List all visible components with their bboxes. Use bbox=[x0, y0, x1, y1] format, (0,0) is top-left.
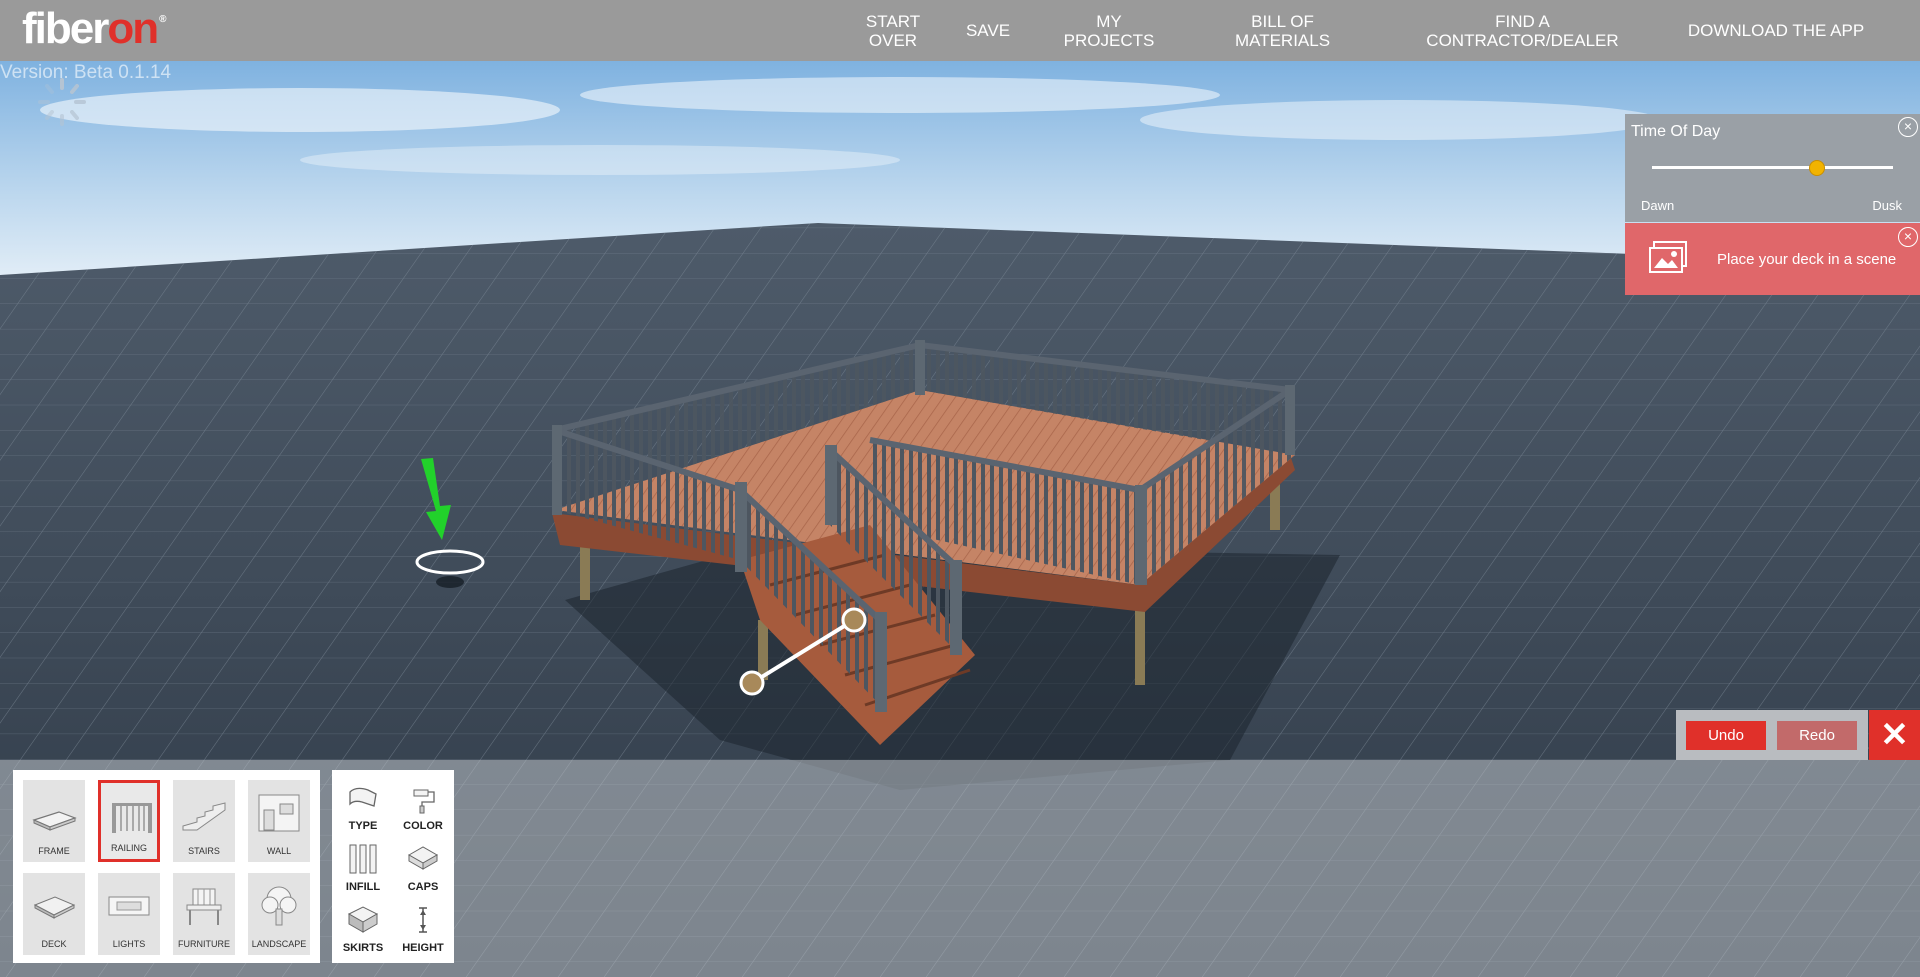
railing-option-infill[interactable]: INFILL bbox=[334, 839, 392, 899]
skirts-label: SKIRTS bbox=[342, 942, 384, 954]
nav-my-projects[interactable]: MY PROJECTS bbox=[1048, 0, 1170, 61]
category-stairs[interactable]: STAIRS bbox=[173, 780, 235, 862]
type-label: TYPE bbox=[348, 820, 378, 832]
category-stairs-label: STAIRS bbox=[188, 846, 220, 856]
nav-find-contractor-dealer[interactable]: FIND A CONTRACTOR/DEALER bbox=[1410, 0, 1635, 61]
railing-option-color[interactable]: COLOR bbox=[394, 778, 452, 838]
nav-download-app[interactable]: DOWNLOAD THE APP bbox=[1675, 0, 1877, 61]
railing-option-height[interactable]: HEIGHT bbox=[394, 900, 452, 960]
time-of-day-slider-thumb[interactable] bbox=[1808, 160, 1825, 176]
category-railing[interactable]: RAILING bbox=[98, 780, 160, 862]
close-scene-prompt-button[interactable]: × bbox=[1898, 227, 1918, 247]
infill-label: INFILL bbox=[345, 881, 381, 893]
close-time-of-day-button[interactable]: × bbox=[1898, 117, 1918, 137]
caps-icon bbox=[407, 846, 439, 870]
railing-option-caps[interactable]: CAPS bbox=[394, 839, 452, 899]
category-furniture-label: FURNITURE bbox=[178, 939, 230, 949]
wall-icon bbox=[258, 794, 300, 832]
time-of-day-slider[interactable] bbox=[1652, 160, 1893, 176]
logo-text-fiber: fiber bbox=[22, 4, 109, 53]
category-deck[interactable]: DECK bbox=[23, 873, 85, 955]
category-lights[interactable]: LIGHTS bbox=[98, 873, 160, 955]
category-frame-label: FRAME bbox=[38, 846, 70, 856]
redo-button[interactable]: Redo bbox=[1777, 721, 1857, 750]
skirts-icon bbox=[347, 906, 379, 933]
category-railing-label: RAILING bbox=[110, 843, 147, 853]
nav-save[interactable]: SAVE bbox=[958, 0, 1018, 61]
logo-text-on: on bbox=[107, 4, 159, 53]
top-navigation-bar: fiber on ® START OVER SAVE MY PROJECTS BIL… bbox=[0, 0, 1920, 61]
close-toolbar-button[interactable]: ✕ bbox=[1869, 710, 1920, 760]
image-gallery-icon bbox=[1649, 241, 1687, 273]
dawn-label: Dawn bbox=[1641, 198, 1675, 213]
category-frame[interactable]: FRAME bbox=[23, 780, 85, 862]
undo-button[interactable]: Undo bbox=[1686, 721, 1766, 750]
stairs-icon bbox=[182, 802, 226, 831]
caps-label: CAPS bbox=[407, 881, 439, 893]
color-icon bbox=[413, 789, 435, 814]
nav-bill-of-materials[interactable]: BILL OF MATERIALS bbox=[1210, 0, 1355, 61]
place-deck-in-scene-button[interactable]: Place your deck in a scene × bbox=[1625, 223, 1920, 295]
railing-option-type[interactable]: TYPE bbox=[334, 778, 392, 838]
category-furniture[interactable]: FURNITURE bbox=[173, 873, 235, 955]
type-icon bbox=[349, 787, 377, 807]
category-landscape-label: LANDSCAPE bbox=[251, 939, 307, 949]
frame-icon bbox=[32, 811, 77, 831]
color-label: COLOR bbox=[403, 820, 443, 832]
railing-options-panel: TYPE COLOR INFILL CAPS SKIRTS HEIGHT bbox=[332, 770, 454, 963]
category-wall-label: WALL bbox=[266, 846, 292, 856]
fiberon-logo[interactable]: fiber on ® bbox=[22, 4, 167, 54]
category-landscape[interactable]: LANDSCAPE bbox=[248, 873, 310, 955]
dusk-label: Dusk bbox=[1872, 198, 1902, 213]
time-of-day-title: Time Of Day bbox=[1631, 123, 1721, 140]
place-deck-label: Place your deck in a scene bbox=[1717, 251, 1897, 268]
loading-spinner-icon bbox=[38, 78, 86, 126]
height-label: HEIGHT bbox=[402, 942, 444, 954]
lights-icon bbox=[108, 896, 150, 916]
deck-icon bbox=[33, 896, 76, 919]
category-deck-label: DECK bbox=[41, 939, 67, 949]
time-of-day-panel: Time Of Day × Dawn Dusk bbox=[1625, 114, 1920, 222]
railing-option-skirts[interactable]: SKIRTS bbox=[334, 900, 392, 960]
logo-registered-mark: ® bbox=[159, 14, 167, 25]
undo-redo-bar: Undo Redo bbox=[1676, 710, 1868, 760]
category-panel: FRAME RAILING STAIRS WALL DECK LIGHTS FU… bbox=[13, 770, 320, 963]
height-icon bbox=[419, 907, 427, 933]
nav-start-over[interactable]: START OVER bbox=[838, 0, 948, 61]
railing-icon bbox=[112, 803, 152, 833]
infill-icon bbox=[349, 844, 377, 874]
category-lights-label: LIGHTS bbox=[112, 939, 146, 949]
landscape-icon bbox=[261, 886, 297, 926]
category-wall[interactable]: WALL bbox=[248, 780, 310, 862]
furniture-icon bbox=[186, 888, 222, 925]
